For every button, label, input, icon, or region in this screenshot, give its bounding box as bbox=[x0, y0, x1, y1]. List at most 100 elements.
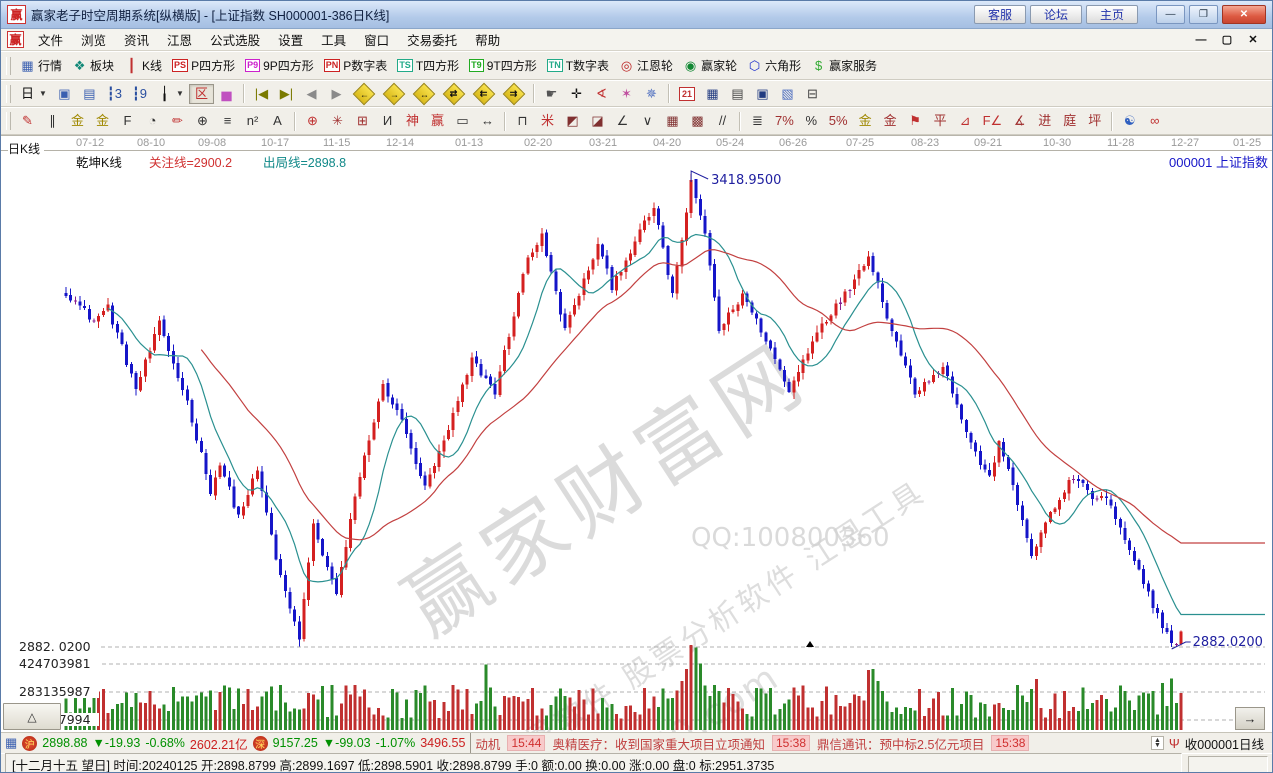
winner-service-button[interactable]: $赢家服务 bbox=[806, 55, 882, 76]
hand-tool-icon[interactable]: ☛ bbox=[539, 84, 564, 104]
gann-fan-icon[interactable]: ∡ bbox=[1007, 111, 1032, 131]
crosshair-icon[interactable]: ✛ bbox=[564, 84, 589, 104]
n-square-icon[interactable]: n² bbox=[240, 111, 265, 131]
grid-dense-icon[interactable]: ▦ bbox=[660, 111, 685, 131]
grid-shade-icon[interactable]: ▩ bbox=[685, 111, 710, 131]
text-annotation-icon[interactable]: A bbox=[265, 111, 290, 131]
winner-wheel-button[interactable]: ◉赢家轮 bbox=[678, 55, 742, 76]
restore-button[interactable]: ❐ bbox=[1189, 5, 1218, 24]
balance-line-icon[interactable]: 平 bbox=[928, 111, 953, 131]
shift-left-icon[interactable]: ← bbox=[349, 84, 379, 104]
minimize-button[interactable]: — bbox=[1156, 5, 1185, 24]
ruler-icon[interactable]: ▭ bbox=[450, 111, 475, 131]
info-document-icon[interactable]: ▤ bbox=[77, 84, 102, 104]
calculator-icon[interactable]: ▦ bbox=[700, 84, 725, 104]
mdi-restore-button[interactable]: ▢ bbox=[1218, 33, 1236, 47]
infinity-icon[interactable]: ∞ bbox=[1142, 111, 1167, 131]
t-square-button[interactable]: TST四方形 bbox=[392, 55, 464, 76]
angle-line-icon[interactable]: ∠ bbox=[610, 111, 635, 131]
9p-square-button[interactable]: P99P四方形 bbox=[240, 55, 319, 76]
customer-service-button[interactable]: 客服 bbox=[974, 5, 1026, 24]
target-circle-icon[interactable]: ⊕ bbox=[300, 111, 325, 131]
pen-tool-icon[interactable]: ✎ bbox=[15, 111, 40, 131]
mdi-close-button[interactable]: ✕ bbox=[1244, 33, 1262, 47]
p-square-button[interactable]: PSP四方形 bbox=[167, 55, 240, 76]
shift-right-icon[interactable]: → bbox=[379, 84, 409, 104]
shen-tool-icon[interactable]: 神 bbox=[400, 111, 425, 131]
menu-item-1[interactable]: 浏览 bbox=[72, 28, 115, 51]
compass-circle-icon[interactable]: ⊕ bbox=[190, 111, 215, 131]
box-tool-icon[interactable]: ⊓ bbox=[510, 111, 535, 131]
first-page-icon[interactable]: |◀ bbox=[249, 84, 274, 104]
fibonacci-icon[interactable]: F bbox=[115, 111, 140, 131]
menu-item-4[interactable]: 公式选股 bbox=[201, 28, 269, 51]
menu-item-6[interactable]: 工具 bbox=[312, 28, 355, 51]
ting-tool-icon[interactable]: 庭 bbox=[1057, 111, 1082, 131]
flag-tool-icon[interactable]: ⚑ bbox=[903, 111, 928, 131]
ping-tool-icon[interactable]: 坪 bbox=[1082, 111, 1107, 131]
gann-wheel-button[interactable]: ◎江恩轮 bbox=[614, 55, 678, 76]
yinyang-icon[interactable]: ☯ bbox=[1117, 111, 1142, 131]
gann-line-icon[interactable]: ∥ bbox=[40, 111, 65, 131]
9t-square-button[interactable]: T99T四方形 bbox=[464, 55, 542, 76]
gold-circle-icon[interactable]: 金 bbox=[853, 111, 878, 131]
cycle-tool-icon[interactable]: ✵ bbox=[639, 84, 664, 104]
homepage-button[interactable]: 主页 bbox=[1086, 5, 1138, 24]
quotes-button[interactable]: ▦行情 bbox=[15, 55, 67, 76]
calendar-icon[interactable]: 21 bbox=[674, 85, 700, 103]
bar-stats-icon[interactable]: ≣ bbox=[745, 111, 770, 131]
spiral-icon[interactable]: ◔ bbox=[140, 111, 165, 131]
menu-item-5[interactable]: 设置 bbox=[269, 28, 312, 51]
wave-mark-icon[interactable]: И bbox=[375, 111, 400, 131]
last-page-icon[interactable]: ▶| bbox=[274, 84, 299, 104]
t-number-table-button[interactable]: TNT数字表 bbox=[542, 55, 614, 76]
menu-item-2[interactable]: 资讯 bbox=[115, 28, 158, 51]
scroll-right-button[interactable]: → bbox=[1235, 707, 1265, 730]
ying-tool-icon[interactable]: 赢 bbox=[425, 111, 450, 131]
percent-icon[interactable]: % bbox=[799, 111, 824, 131]
menu-item-3[interactable]: 江恩 bbox=[158, 28, 201, 51]
gold-line-icon[interactable]: 金 bbox=[878, 111, 903, 131]
percent-5-icon[interactable]: 5% bbox=[824, 111, 853, 131]
candle-style-dropdown[interactable]: ╽▼ bbox=[152, 84, 189, 104]
period-day-dropdown[interactable]: 日▼ bbox=[15, 84, 52, 104]
mdi-minimize-button[interactable]: — bbox=[1192, 33, 1210, 47]
color-histogram-icon[interactable]: ▅ bbox=[214, 84, 239, 104]
indicator-corner-button[interactable]: △ bbox=[3, 703, 61, 730]
parallel-lines-icon[interactable]: // bbox=[710, 111, 735, 131]
chart-9-icon[interactable]: ┇9 bbox=[127, 84, 152, 104]
export-image-icon[interactable]: ▧ bbox=[775, 84, 800, 104]
compress-left-icon[interactable]: ⇇ bbox=[469, 84, 499, 104]
ticker-spinner[interactable]: ▲▼ bbox=[1151, 736, 1164, 750]
print-icon[interactable]: ⊟ bbox=[800, 84, 825, 104]
matrix-grid-icon[interactable]: ⊞ bbox=[350, 111, 375, 131]
protractor-icon[interactable]: ∢ bbox=[589, 84, 614, 104]
wave-tool-icon[interactable]: ✶ bbox=[614, 84, 639, 104]
kline-button[interactable]: ┃K线 bbox=[119, 55, 167, 76]
window-layout-icon[interactable]: ▣ bbox=[52, 84, 77, 104]
candlestick-chart[interactable]: 赢家财富网赢家江恩软件 股票分析软件 江恩工具www.yingjia360.co… bbox=[9, 168, 1265, 733]
pentagon-tool-icon[interactable]: ◩ bbox=[560, 111, 585, 131]
jin-tool-icon[interactable]: 进 bbox=[1032, 111, 1057, 131]
j-angle-icon[interactable]: ⊿ bbox=[953, 111, 978, 131]
p-number-table-button[interactable]: PNP数字表 bbox=[319, 55, 393, 76]
close-button[interactable]: ✕ bbox=[1222, 5, 1266, 24]
fan-lines-icon[interactable]: 米 bbox=[535, 111, 560, 131]
menu-item-8[interactable]: 交易委托 bbox=[398, 28, 466, 51]
menu-item-7[interactable]: 窗口 bbox=[355, 28, 398, 51]
compress-right-icon[interactable]: ⇉ bbox=[499, 84, 529, 104]
notepad-icon[interactable]: ▤ bbox=[725, 84, 750, 104]
forum-button[interactable]: 论坛 bbox=[1030, 5, 1082, 24]
next-page-icon[interactable]: ▶ bbox=[324, 84, 349, 104]
f-angle-icon[interactable]: F∠ bbox=[978, 111, 1008, 131]
golden-section-icon[interactable]: 金 bbox=[65, 111, 90, 131]
swap-icon[interactable]: ⇄ bbox=[439, 84, 469, 104]
square-tool-icon[interactable]: ◪ bbox=[585, 111, 610, 131]
starburst-icon[interactable]: ✳ bbox=[325, 111, 350, 131]
expand-horizontal-icon[interactable]: ↔ bbox=[409, 84, 439, 104]
width-arrows-icon[interactable]: ↔ bbox=[475, 111, 500, 131]
brush-tool-icon[interactable]: ✏ bbox=[165, 111, 190, 131]
sectors-button[interactable]: ❖板块 bbox=[67, 55, 119, 76]
grid-lines-icon[interactable]: ≡ bbox=[215, 111, 240, 131]
quote-grid-icon[interactable]: ▦ bbox=[5, 735, 17, 751]
